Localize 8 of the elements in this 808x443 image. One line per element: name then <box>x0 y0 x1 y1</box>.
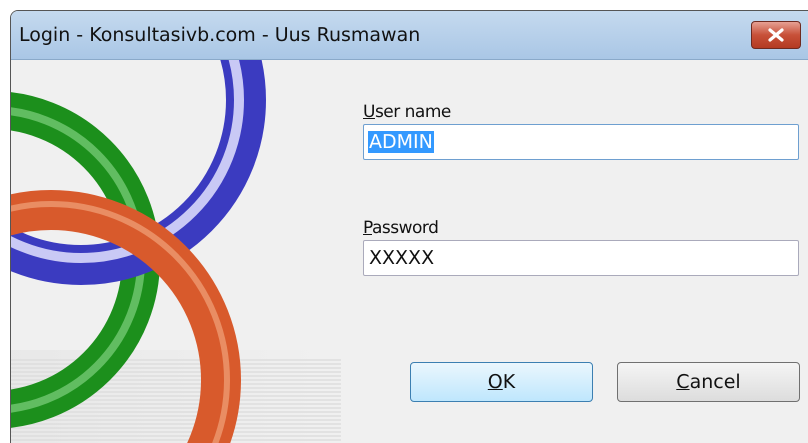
dialog-button[interactable]: OK <box>410 362 593 402</box>
window-title: Login - Konsultasivb.com - Uus Rusmawan <box>19 24 422 46</box>
field-label: Password <box>363 218 438 238</box>
dialog-button[interactable]: Cancel <box>617 362 800 402</box>
close-icon <box>767 28 785 42</box>
close-button[interactable] <box>751 21 801 49</box>
field-label: User name <box>363 102 451 122</box>
input-field[interactable]: XXXXX <box>363 240 799 276</box>
